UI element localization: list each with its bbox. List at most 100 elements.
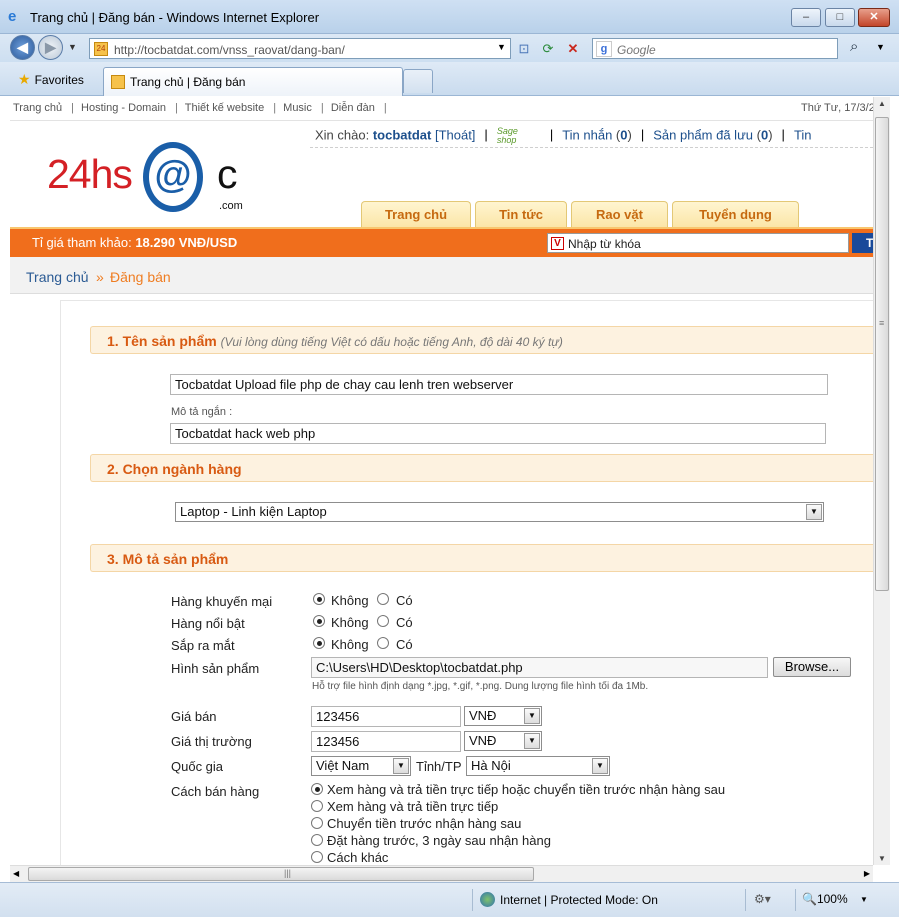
- chevron-down-icon[interactable]: ▼: [524, 733, 540, 749]
- search-placeholder[interactable]: Google: [617, 43, 656, 57]
- search-box[interactable]: g Google: [592, 38, 838, 59]
- logout-link[interactable]: [Thoát]: [435, 127, 475, 142]
- browser-tab[interactable]: Trang chủ | Đăng bán: [103, 67, 403, 96]
- horizontal-scroll-thumb[interactable]: |||: [28, 867, 534, 881]
- page-viewport: Trang chủ | Hosting - Domain | Thiết kế we…: [10, 97, 873, 865]
- top-nav-link[interactable]: Thiết kế website: [185, 102, 264, 114]
- recent-pages-dropdown-icon[interactable]: ▼: [68, 42, 77, 52]
- short-desc-input[interactable]: Tocbatdat hack web php: [170, 423, 826, 444]
- sell-method-radio[interactable]: [311, 817, 323, 829]
- logo-com: .com: [219, 200, 243, 212]
- horizontal-scrollbar[interactable]: ◀ ||| ▶: [10, 865, 873, 882]
- refresh-icon[interactable]: ⟳: [538, 39, 558, 59]
- keyword-placeholder: Nhập từ khóa: [568, 237, 641, 251]
- sell-method-radio[interactable]: [311, 851, 323, 863]
- user-greeting: Xin chào: tocbatdat [Thoát] | Sage shop | Tin…: [315, 126, 812, 145]
- price-input[interactable]: 123456: [311, 706, 461, 727]
- chevron-down-icon[interactable]: ▼: [806, 504, 822, 520]
- zoom-value: 100%: [816, 892, 848, 906]
- top-nav-link[interactable]: Music: [283, 102, 312, 114]
- breadcrumb-home[interactable]: Trang chủ: [26, 269, 89, 285]
- zoom-dropdown-icon[interactable]: ▼: [860, 895, 868, 904]
- username[interactable]: tocbatdat: [373, 127, 432, 142]
- status-divider: [795, 889, 796, 911]
- promo-no-radio[interactable]: [313, 593, 325, 605]
- logo-text: 24hs: [47, 151, 133, 197]
- search-options-dropdown-icon[interactable]: ▼: [876, 42, 885, 52]
- city-value: Hà Nội: [471, 758, 511, 773]
- saved-products-link[interactable]: Sản phẩm đã lưu: [653, 127, 753, 142]
- address-url[interactable]: http://tocbatdat.com/vnss_raovat/dang-ba…: [114, 43, 345, 57]
- new-tab-button[interactable]: [403, 69, 433, 93]
- back-button[interactable]: ◀: [10, 35, 35, 60]
- nav-tab-home[interactable]: Trang chủ: [361, 201, 471, 228]
- site-logo[interactable]: 24hs @ c .com: [47, 140, 257, 214]
- sell-method-radio[interactable]: [311, 783, 323, 795]
- price-currency-select[interactable]: VNĐ ▼: [464, 706, 542, 726]
- minimize-button[interactable]: –: [791, 8, 821, 27]
- sage-shop-logo[interactable]: Sage shop: [497, 127, 541, 145]
- search-icon[interactable]: ⌕: [850, 38, 858, 55]
- site-favicon-icon: 24: [94, 42, 108, 56]
- market-price-label: Giá thị trường: [171, 734, 252, 749]
- nav-tab-news[interactable]: Tin tức: [475, 201, 567, 228]
- sell-method-radio[interactable]: [311, 834, 323, 846]
- keyword-search-input[interactable]: V Nhập từ khóa: [547, 233, 849, 253]
- product-name-input[interactable]: Tocbatdat Upload file php de chay cau le…: [170, 374, 828, 395]
- section-hint: (Vui lòng dùng tiếng Việt có dấu hoặc ti…: [220, 335, 563, 349]
- keyword-search-button[interactable]: Ti: [852, 233, 873, 253]
- zoom-level[interactable]: 🔍100%: [802, 892, 848, 906]
- promo-yes-radio[interactable]: [377, 593, 389, 605]
- breadcrumb-current: Đăng bán: [110, 269, 171, 285]
- featured-no-label: Không: [331, 615, 369, 630]
- top-nav-link[interactable]: Diễn đàn: [331, 102, 375, 114]
- sell-method-option: Xem hàng và trả tiền trực tiếp: [327, 799, 499, 814]
- top-nav-link[interactable]: Trang chủ: [13, 102, 62, 114]
- featured-no-radio[interactable]: [313, 615, 325, 627]
- compatibility-view-icon[interactable]: ⊡: [514, 39, 534, 59]
- nav-tab-jobs[interactable]: Tuyển dụng: [672, 201, 799, 228]
- top-nav-link[interactable]: Hosting - Domain: [81, 102, 166, 114]
- market-currency-select[interactable]: VNĐ ▼: [464, 731, 542, 751]
- favorites-button[interactable]: ★ Favorites: [10, 68, 92, 92]
- upcoming-no-radio[interactable]: [313, 637, 325, 649]
- image-path-input[interactable]: C:\Users\HD\Desktop\tocbatdat.php: [311, 657, 768, 678]
- vertical-scroll-thumb[interactable]: ≡: [875, 117, 889, 591]
- address-dropdown-icon[interactable]: ▼: [497, 42, 506, 52]
- scroll-down-icon[interactable]: ▼: [878, 854, 886, 863]
- chevron-down-icon[interactable]: ▼: [393, 758, 409, 774]
- protected-mode-icon[interactable]: ⚙▾: [754, 892, 771, 906]
- category-value: Laptop - Linh kiện Laptop: [180, 504, 327, 519]
- sell-method-radio[interactable]: [311, 800, 323, 812]
- country-select[interactable]: Việt Nam ▼: [311, 756, 411, 776]
- exchange-rate-value: 18.290 VNĐ/USD: [135, 235, 238, 250]
- market-price-input[interactable]: 123456: [311, 731, 461, 752]
- address-toolbar: ◀ ▶ ▼ 24 http://tocbatdat.com/vnss_raova…: [0, 34, 899, 62]
- status-divider: [472, 889, 473, 911]
- chevron-down-icon[interactable]: ▼: [524, 708, 540, 724]
- scroll-left-icon[interactable]: ◀: [13, 869, 19, 878]
- city-select[interactable]: Hà Nội ▼: [466, 756, 610, 776]
- forward-button[interactable]: ▶: [38, 35, 63, 60]
- title-bar: e Trang chủ | Đăng bán - Windows Interne…: [0, 0, 899, 34]
- nav-tab-classifieds[interactable]: Rao vặt: [571, 201, 668, 228]
- maximize-button[interactable]: □: [825, 8, 855, 27]
- security-zone[interactable]: Internet | Protected Mode: On: [500, 893, 658, 907]
- category-select[interactable]: Laptop - Linh kiện Laptop ▼: [175, 502, 824, 522]
- scroll-right-icon[interactable]: ▶: [864, 869, 870, 878]
- price-currency-value: VNĐ: [469, 708, 497, 723]
- upcoming-yes-radio[interactable]: [377, 637, 389, 649]
- scroll-up-icon[interactable]: ▲: [878, 99, 886, 108]
- close-button[interactable]: ✕: [858, 8, 890, 27]
- featured-yes-radio[interactable]: [377, 615, 389, 627]
- vertical-scrollbar[interactable]: ▲ ≡ ▼: [873, 97, 890, 865]
- sell-method-option: Chuyển tiền trước nhận hàng sau: [327, 816, 522, 831]
- address-bar[interactable]: 24 http://tocbatdat.com/vnss_raovat/dang…: [89, 38, 511, 59]
- tab-row: ★ Favorites Trang chủ | Đăng bán: [0, 62, 899, 96]
- messages-link[interactable]: Tin nhắn: [562, 127, 612, 142]
- featured-label: Hàng nổi bật: [171, 616, 245, 631]
- browse-button[interactable]: Browse...: [773, 657, 851, 677]
- more-link[interactable]: Tin: [794, 127, 812, 142]
- chevron-down-icon[interactable]: ▼: [592, 758, 608, 774]
- stop-icon[interactable]: ✕: [563, 39, 583, 59]
